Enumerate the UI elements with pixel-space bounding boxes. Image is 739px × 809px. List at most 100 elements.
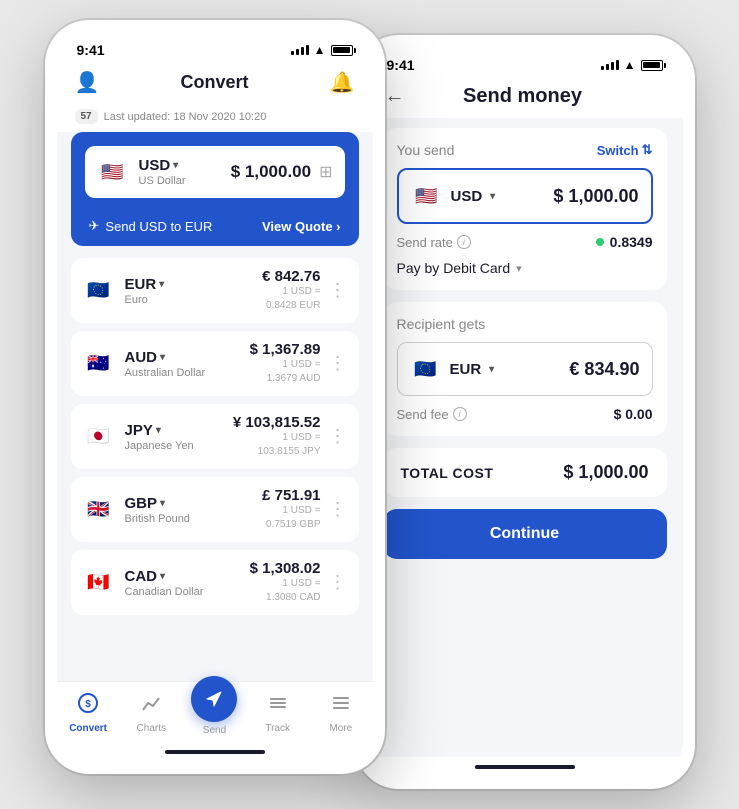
home-indicator-1	[57, 742, 373, 762]
bell-icon[interactable]: 🔔	[330, 70, 355, 95]
nav-item-track[interactable]: Track	[248, 692, 308, 734]
more-dots-icon[interactable]: ⋮	[329, 353, 347, 374]
more-dots-icon[interactable]: ⋮	[329, 572, 347, 593]
nav-label-more: More	[329, 723, 352, 734]
currency-amount: £ 751.91	[262, 487, 320, 504]
switch-button[interactable]: Switch ⇅	[597, 142, 653, 158]
currency-flag: 🇦🇺	[83, 348, 115, 380]
nav-item-convert[interactable]: $ Convert	[58, 692, 118, 734]
pay-method-row[interactable]: Pay by Debit Card ▾	[397, 260, 653, 276]
send-rate-label: Send rate i	[397, 235, 471, 250]
main-content-1: 🇺🇸 USD ▾ US Dollar $ 1,000.00	[57, 132, 373, 681]
currency-flag: 🇯🇵	[83, 421, 115, 453]
app-header-2: ← Send money	[367, 79, 683, 118]
svg-text:$: $	[85, 699, 91, 710]
currency-list: 🇪🇺 EUR ▾ Euro € 842.76 1 USD =0.8428 EUR…	[71, 258, 359, 615]
page-title-2: Send money	[463, 85, 582, 108]
nav-label-convert: Convert	[69, 723, 107, 734]
fee-row: Send fee i $ 0.00	[397, 406, 653, 422]
send-label[interactable]: ✈ Send USD to EUR	[89, 218, 213, 234]
home-indicator-2	[367, 757, 683, 777]
view-quote-btn[interactable]: View Quote ›	[262, 219, 341, 234]
dollar-circle-icon: $	[77, 692, 99, 720]
nav-item-send[interactable]: Send	[184, 690, 244, 736]
currency-flag: 🇨🇦	[83, 567, 115, 599]
nav-item-charts[interactable]: Charts	[121, 692, 181, 734]
list-icon	[267, 692, 289, 720]
currency-code[interactable]: CAD ▾	[125, 568, 204, 585]
profile-icon[interactable]: 👤	[75, 70, 100, 95]
more-dots-icon[interactable]: ⋮	[329, 499, 347, 520]
from-currency-card: 🇺🇸 USD ▾ US Dollar $ 1,000.00	[71, 132, 359, 246]
currency-code[interactable]: JPY ▾	[125, 422, 194, 439]
send-rate-row: Send rate i 0.8349	[397, 234, 653, 250]
currency-flag: 🇪🇺	[83, 275, 115, 307]
more-dots-icon[interactable]: ⋮	[329, 426, 347, 447]
more-dots-icon[interactable]: ⋮	[329, 280, 347, 301]
you-send-currency-row[interactable]: 🇺🇸 USD ▾ $ 1,000.00	[397, 168, 653, 224]
signal-icon-2	[601, 60, 619, 70]
send-icon[interactable]	[191, 676, 237, 722]
battery-icon	[331, 45, 353, 56]
eur-flag: 🇪🇺	[410, 353, 442, 385]
bottom-nav-1: $ Convert Charts	[57, 681, 373, 742]
continue-button[interactable]: Continue	[383, 509, 667, 559]
currency-item-left: 🇦🇺 AUD ▾ Australian Dollar	[83, 348, 206, 380]
fee-info-icon[interactable]: i	[453, 407, 467, 421]
last-updated-bar: 57 Last updated: 18 Nov 2020 10:20	[57, 105, 373, 132]
usd-flag: 🇺🇸	[97, 156, 129, 188]
signal-icon	[291, 45, 309, 55]
back-icon[interactable]: ←	[385, 85, 405, 108]
total-cost-label: TOTAL COST	[401, 465, 494, 481]
currency-item-right: ¥ 103,815.52 1 USD =103.8155 JPY ⋮	[233, 414, 347, 459]
currency-flag: 🇬🇧	[83, 494, 115, 526]
currency-amount: $ 1,367.89	[250, 341, 321, 358]
currency-name: Australian Dollar	[125, 367, 206, 379]
wifi-icon: ▲	[314, 43, 326, 57]
send-rate-value: 0.8349	[596, 234, 653, 250]
recipient-currency-row[interactable]: 🇪🇺 EUR ▾ € 834.90	[397, 342, 653, 396]
chevron-down-icon: ▾	[516, 262, 522, 275]
currency-code[interactable]: EUR ▾	[125, 276, 165, 293]
currency-rate: 1 USD =1.3080 CAD	[250, 577, 321, 605]
currency-name: Canadian Dollar	[125, 586, 204, 598]
currency-amount: ¥ 103,815.52	[233, 414, 321, 431]
currency-item-right: € 842.76 1 USD =0.8428 EUR ⋮	[262, 268, 346, 313]
currency-item-left: 🇨🇦 CAD ▾ Canadian Dollar	[83, 567, 204, 599]
total-cost-value: $ 1,000.00	[563, 462, 648, 483]
pay-label: Pay by Debit Card	[397, 260, 511, 276]
currency-list-item[interactable]: 🇬🇧 GBP ▾ British Pound £ 751.91 1 USD =0…	[71, 477, 359, 542]
info-icon[interactable]: i	[457, 235, 471, 249]
currency-rate: 1 USD =103.8155 JPY	[233, 431, 321, 459]
currency-code[interactable]: AUD ▾	[125, 349, 206, 366]
recipient-amount: € 834.90	[569, 359, 639, 380]
recipient-currency-selector[interactable]: 🇪🇺 EUR ▾	[410, 353, 495, 385]
app-header-1: 👤 Convert 🔔	[57, 64, 373, 105]
rate-dot	[596, 238, 604, 246]
nav-label-send: Send	[203, 725, 226, 736]
nav-item-more[interactable]: More	[311, 692, 371, 734]
you-send-section: You send Switch ⇅ 🇺🇸 USD ▾ $ 1,000.00	[383, 128, 667, 290]
section-label-row: You send Switch ⇅	[397, 142, 653, 158]
from-currency-name: US Dollar	[139, 175, 186, 187]
from-currency-code[interactable]: USD ▾	[139, 157, 186, 174]
you-send-currency-selector[interactable]: 🇺🇸 USD ▾	[411, 180, 496, 212]
currency-code[interactable]: GBP ▾	[125, 495, 190, 512]
currency-name: Euro	[125, 294, 165, 306]
recipient-label: Recipient gets	[397, 316, 653, 332]
currency-list-item[interactable]: 🇯🇵 JPY ▾ Japanese Yen ¥ 103,815.52 1 USD…	[71, 404, 359, 469]
status-bar-2: 9:41 ▲	[367, 47, 683, 79]
update-badge: 57	[75, 109, 98, 124]
phone-2: 9:41 ▲ ← Send money	[355, 35, 695, 789]
calculator-icon[interactable]: ⊞	[319, 162, 332, 182]
currency-list-item[interactable]: 🇨🇦 CAD ▾ Canadian Dollar $ 1,308.02 1 US…	[71, 550, 359, 615]
chart-icon	[140, 692, 162, 720]
from-currency-amount: $ 1,000.00	[231, 162, 311, 182]
currency-item-right: £ 751.91 1 USD =0.7519 GBP ⋮	[262, 487, 346, 532]
from-currency-row[interactable]: 🇺🇸 USD ▾ US Dollar $ 1,000.00	[85, 146, 345, 198]
from-currency-left: 🇺🇸 USD ▾ US Dollar	[97, 156, 186, 188]
recipient-section: Recipient gets 🇪🇺 EUR ▾ € 834.90 Send fe…	[383, 302, 667, 436]
currency-item-left: 🇪🇺 EUR ▾ Euro	[83, 275, 165, 307]
currency-list-item[interactable]: 🇪🇺 EUR ▾ Euro € 842.76 1 USD =0.8428 EUR…	[71, 258, 359, 323]
currency-list-item[interactable]: 🇦🇺 AUD ▾ Australian Dollar $ 1,367.89 1 …	[71, 331, 359, 396]
